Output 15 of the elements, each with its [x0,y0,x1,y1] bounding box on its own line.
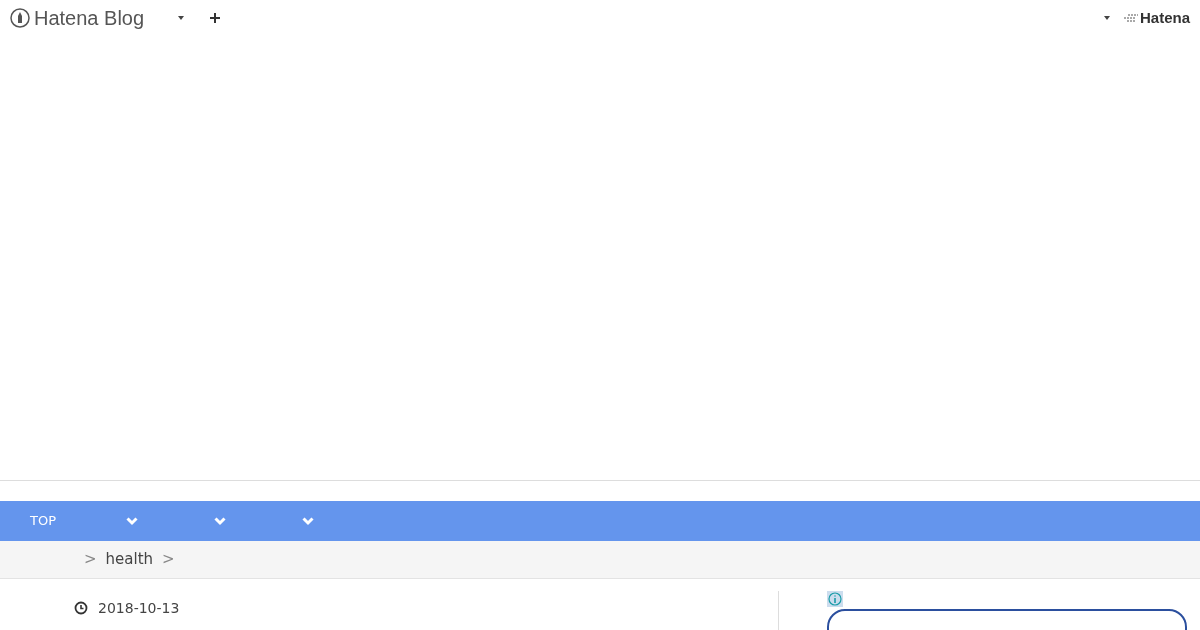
chevron-down-icon[interactable] [126,516,138,526]
breadcrumb-link[interactable]: health [105,548,154,571]
blog-logo[interactable]: Hatena Blog [34,3,145,33]
caret-icon[interactable] [178,16,185,20]
breadcrumb-separator: > [162,549,175,571]
chevron-down-icon[interactable] [214,516,226,526]
clock-icon [74,601,88,615]
breadcrumb-separator: > [84,549,97,571]
entry-date: 2018-10-13 [98,598,180,618]
caret-icon[interactable] [1103,16,1110,20]
plus-icon[interactable] [210,13,221,23]
hatena-logo-icon [1123,14,1138,22]
hatena-logo[interactable]: Hatena [1139,6,1190,30]
logo-icon[interactable] [10,8,30,28]
chevron-down-icon[interactable] [302,516,314,526]
